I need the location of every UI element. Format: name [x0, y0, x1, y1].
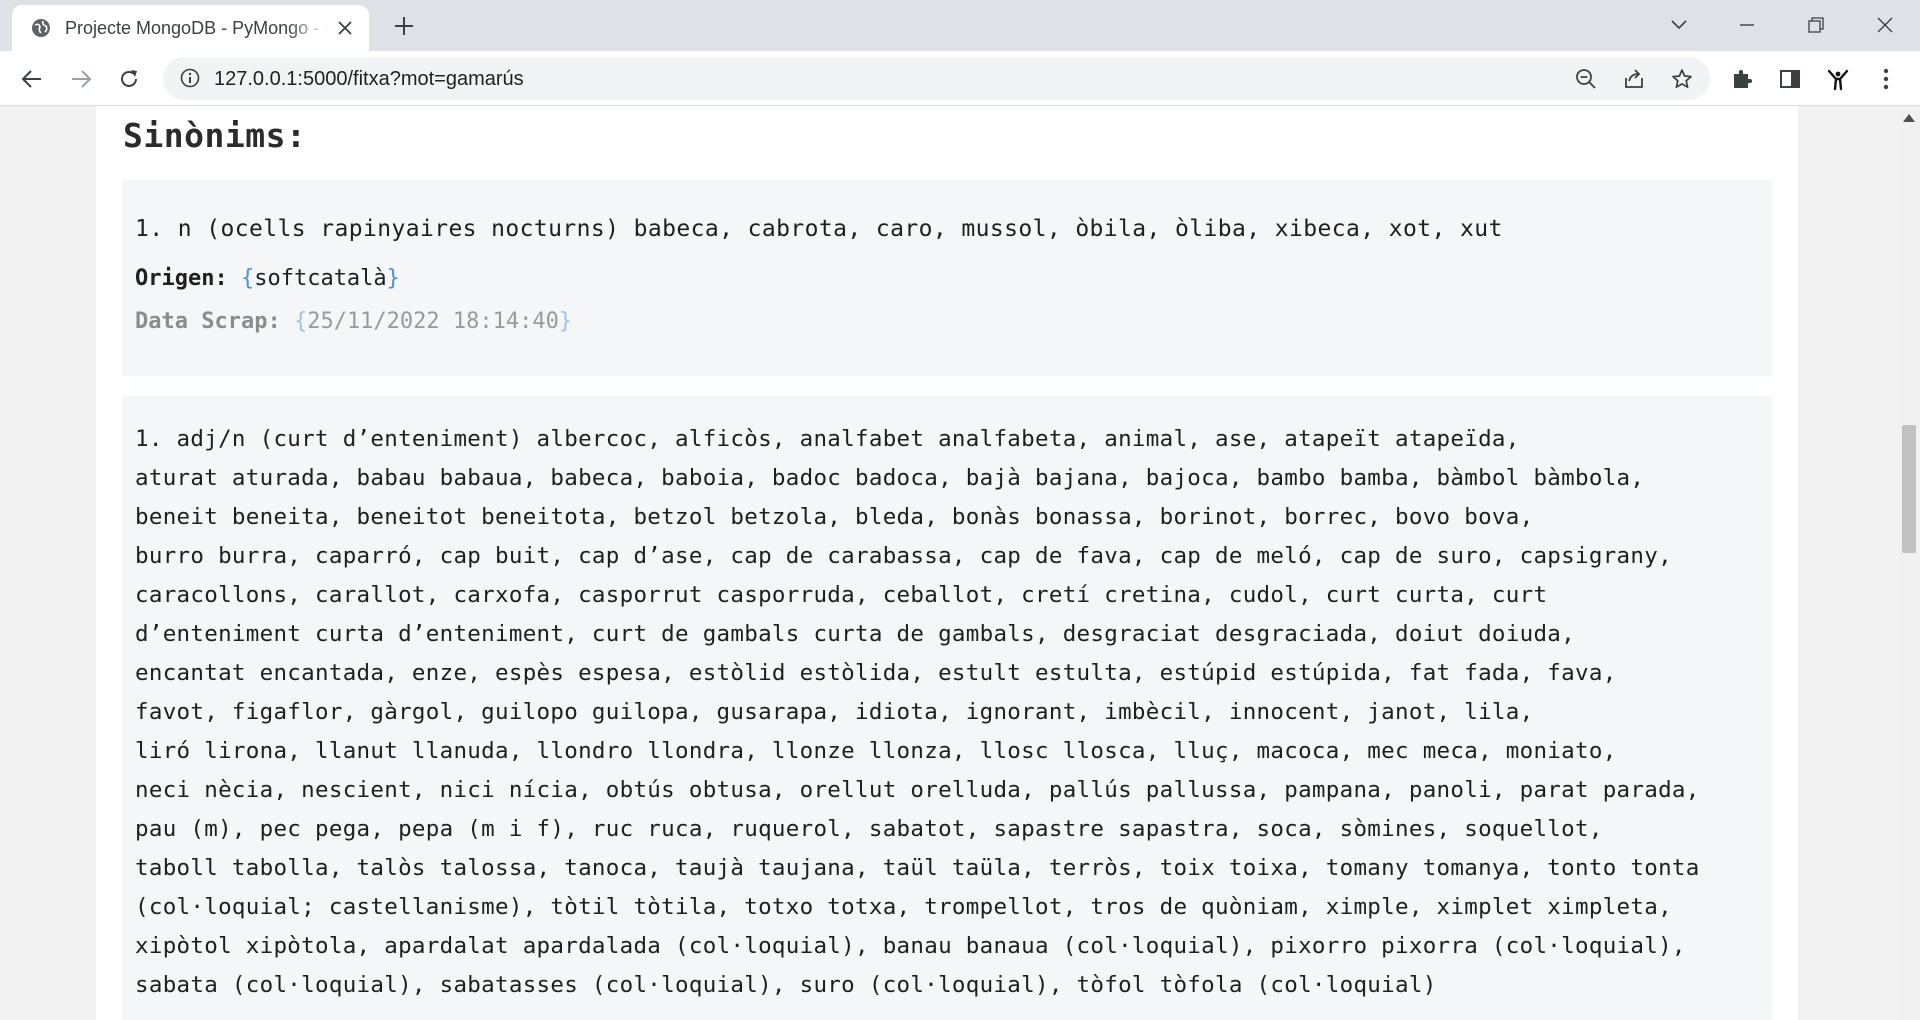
zoom-out-icon[interactable] — [1574, 67, 1598, 91]
vertical-scrollbar[interactable] — [1898, 106, 1920, 1020]
reload-icon[interactable] — [113, 63, 145, 95]
plus-icon[interactable] — [390, 12, 418, 40]
restore-icon[interactable] — [1801, 10, 1831, 40]
origin-label: Origen: — [135, 266, 228, 291]
arrow-right-icon[interactable] — [65, 63, 97, 95]
chevron-down-icon[interactable] — [1664, 10, 1694, 40]
tab-title: Projecte MongoDB - PyMongo - Fitxa del m… — [65, 17, 327, 38]
share-icon[interactable] — [1622, 67, 1646, 91]
content-card: Sinònims: 1. n (ocells rapinyaires noctu… — [96, 106, 1798, 1020]
synonym-entry: 1. adj/n (curt d’enteniment) albercoc, a… — [122, 396, 1772, 1020]
info-icon[interactable] — [179, 67, 201, 89]
puzzle-icon[interactable] — [1728, 65, 1756, 93]
star-icon[interactable] — [1670, 67, 1694, 91]
tab-strip: Projecte MongoDB - PyMongo - Fitxa del m… — [0, 0, 1920, 51]
avatar[interactable] — [1824, 65, 1852, 93]
scrap-value: 25/11/2022 18:14:40 — [307, 309, 559, 334]
entry-text: 1. n (ocells rapinyaires nocturns) babec… — [135, 216, 1503, 242]
browser-toolbar: 127.0.0.1:5000/fitxa?mot=gamarús — [0, 51, 1920, 106]
page-viewport: Sinònims: 1. n (ocells rapinyaires noctu… — [0, 106, 1898, 1020]
origin-value: softcatalà — [254, 266, 387, 291]
scrap-label: Data Scrap: — [135, 309, 281, 334]
side-panel-icon[interactable] — [1776, 65, 1804, 93]
entry-text: 1. adj/n (curt d’enteniment) albercoc, a… — [135, 426, 1700, 998]
kebab-menu-icon[interactable] — [1872, 65, 1900, 93]
arrow-left-icon[interactable] — [16, 63, 48, 95]
entry-origin: Origen: {softcatalà} — [135, 266, 400, 291]
scroll-up-icon[interactable] — [1903, 114, 1915, 122]
synonym-entry: 1. n (ocells rapinyaires nocturns) babec… — [122, 180, 1772, 376]
close-icon[interactable] — [1870, 10, 1900, 40]
entry-scrap-date: Data Scrap: {25/11/2022 18:14:40} — [135, 309, 573, 334]
url-text[interactable]: 127.0.0.1:5000/fitxa?mot=gamarús — [214, 68, 524, 91]
globe-icon — [30, 17, 52, 39]
scroll-thumb[interactable] — [1902, 425, 1916, 553]
page-title: Sinònims: — [123, 116, 307, 155]
browser-tab[interactable]: Projecte MongoDB - PyMongo - Fitxa del m… — [12, 5, 369, 51]
minimize-icon[interactable] — [1732, 10, 1762, 40]
address-bar[interactable]: 127.0.0.1:5000/fitxa?mot=gamarús — [163, 57, 1710, 100]
close-icon[interactable] — [335, 18, 355, 38]
